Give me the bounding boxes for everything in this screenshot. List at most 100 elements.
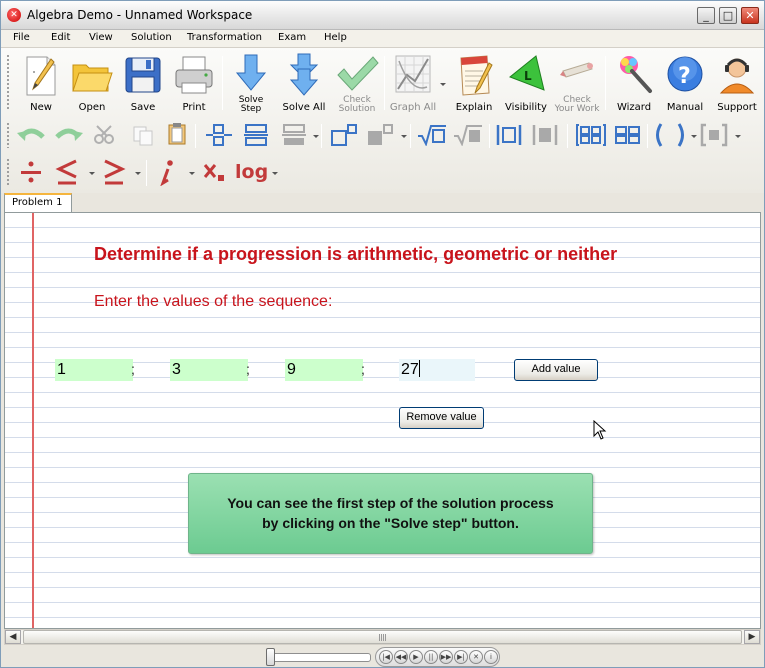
explain-button[interactable]: Explain: [451, 53, 497, 113]
remove-value-button[interactable]: Remove value: [399, 407, 484, 429]
exponent-dropdown-arrow[interactable]: [401, 135, 407, 138]
rewind-icon[interactable]: ◀◀: [394, 650, 408, 664]
inequality-2-dropdown-arrow[interactable]: [135, 172, 141, 175]
first-step-icon[interactable]: |◀: [379, 650, 393, 664]
graph-all-dropdown-arrow[interactable]: [440, 83, 446, 86]
text-caret: [418, 360, 420, 377]
nth-root-icon[interactable]: [453, 124, 483, 146]
graph-icon: [395, 55, 431, 93]
value-separator: ;: [361, 361, 365, 377]
graph-all-button[interactable]: Graph All: [387, 53, 446, 113]
scroll-thumb[interactable]: [23, 630, 742, 644]
solve-all-button[interactable]: Solve All: [279, 53, 329, 113]
visibility-label: Visibility: [505, 102, 547, 113]
solve-step-button[interactable]: Solve Step: [229, 53, 273, 114]
menu-exam[interactable]: Exam: [278, 32, 306, 43]
toolbar-separator: [647, 124, 648, 148]
brackets-icon[interactable]: [699, 123, 729, 147]
playback-slider-thumb[interactable]: [266, 648, 275, 666]
copy-icon[interactable]: [131, 124, 155, 146]
playback-slider-track[interactable]: [267, 653, 371, 662]
horizontal-scrollbar[interactable]: ◀ ▶: [4, 629, 761, 645]
check-solution-button[interactable]: Check Solution: [334, 53, 380, 114]
value-field-4[interactable]: 27: [399, 359, 475, 381]
parentheses-icon[interactable]: [653, 122, 687, 148]
manual-button[interactable]: ? Manual: [662, 53, 708, 113]
inequality-dropdown-arrow[interactable]: [89, 172, 95, 175]
redo-icon[interactable]: [53, 123, 83, 145]
visibility-button[interactable]: L Visibility: [503, 53, 549, 113]
fraction-icon[interactable]: [242, 123, 270, 147]
menu-view[interactable]: View: [89, 32, 113, 43]
value-field-1[interactable]: 1: [55, 359, 133, 381]
scroll-right-button[interactable]: ▶: [744, 630, 760, 644]
save-button[interactable]: Save: [121, 53, 165, 113]
support-person-icon: [719, 58, 755, 94]
fraction-dropdown-arrow[interactable]: [313, 135, 319, 138]
toolbar-separator: [605, 56, 606, 110]
last-step-icon[interactable]: ▶|: [454, 650, 468, 664]
checkmark-icon: [337, 56, 379, 91]
square-root-icon[interactable]: [417, 124, 447, 146]
magic-wand-icon: [620, 56, 652, 93]
sequence-prompt: Enter the values of the sequence:: [94, 293, 333, 310]
matrix-alt-icon[interactable]: [613, 123, 643, 147]
less-than-or-equal-icon[interactable]: [54, 158, 80, 186]
pause-icon[interactable]: ||: [424, 650, 438, 664]
menu-help[interactable]: Help: [324, 32, 347, 43]
new-button[interactable]: New: [19, 53, 63, 113]
support-button[interactable]: Support: [713, 53, 761, 113]
print-button[interactable]: Print: [172, 53, 216, 113]
maximize-button[interactable]: □: [719, 7, 737, 24]
menu-solution[interactable]: Solution: [131, 32, 172, 43]
menu-transformation[interactable]: Transformation: [187, 32, 262, 43]
worksheet: Determine if a progression is arithmetic…: [4, 212, 761, 629]
toolbar-grip[interactable]: [6, 158, 10, 186]
divide-icon[interactable]: [18, 159, 44, 185]
greater-than-or-equal-icon[interactable]: [101, 158, 127, 186]
undo-icon[interactable]: [17, 123, 47, 145]
scroll-left-button[interactable]: ◀: [5, 630, 21, 644]
absolute-value-filled-icon[interactable]: [531, 123, 559, 147]
play-icon[interactable]: ▶: [409, 650, 423, 664]
info-icon[interactable]: i: [484, 650, 498, 664]
brackets-dropdown-arrow[interactable]: [735, 135, 741, 138]
fast-forward-icon[interactable]: ▶▶: [439, 650, 453, 664]
wizard-button[interactable]: Wizard: [611, 53, 657, 113]
parentheses-dropdown-arrow[interactable]: [691, 135, 697, 138]
mixed-fraction-icon[interactable]: [280, 123, 308, 147]
playback-bar: |◀ ◀◀ ▶ || ▶▶ ▶| ✕ i: [1, 646, 764, 667]
log-dropdown-arrow[interactable]: [272, 172, 278, 175]
fraction-vertical-icon[interactable]: [204, 123, 234, 147]
toolbar-separator: [222, 56, 223, 110]
absolute-value-icon[interactable]: [495, 123, 523, 147]
imaginary-unit-icon[interactable]: [155, 158, 179, 186]
menu-file[interactable]: File: [13, 32, 30, 43]
toolbar-grip[interactable]: [6, 122, 10, 148]
toolbar-grip[interactable]: [6, 54, 10, 110]
constants-dropdown-arrow[interactable]: [189, 172, 195, 175]
toolbar-separator: [146, 160, 147, 186]
mouse-pointer-icon: [593, 420, 607, 440]
menu-edit[interactable]: Edit: [51, 32, 70, 43]
close-button[interactable]: ✕: [741, 7, 759, 24]
paste-icon[interactable]: [166, 122, 188, 146]
cut-icon[interactable]: [93, 125, 117, 145]
check-your-work-button[interactable]: Check Your Work: [553, 53, 601, 114]
value-field-4-text: 27: [401, 361, 419, 378]
problem-heading: Determine if a progression is arithmetic…: [94, 244, 618, 264]
matrix-icon[interactable]: [576, 123, 606, 147]
open-button[interactable]: Open: [69, 53, 115, 113]
add-value-button[interactable]: Add value: [514, 359, 598, 381]
minimize-button[interactable]: _: [697, 7, 715, 24]
exponent-icon[interactable]: [329, 122, 359, 148]
title-bar[interactable]: ✕ Algebra Demo - Unnamed Workspace _ □ ✕: [1, 1, 764, 30]
log-button[interactable]: log: [235, 161, 268, 183]
visibility-triangle-icon: L: [509, 55, 545, 91]
stop-icon[interactable]: ✕: [469, 650, 483, 664]
exponent-filled-icon[interactable]: [365, 122, 395, 148]
value-field-2[interactable]: 3: [170, 359, 248, 381]
tab-problem-1[interactable]: Problem 1: [4, 193, 72, 213]
subscript-icon[interactable]: [201, 159, 229, 185]
value-field-3[interactable]: 9: [285, 359, 363, 381]
